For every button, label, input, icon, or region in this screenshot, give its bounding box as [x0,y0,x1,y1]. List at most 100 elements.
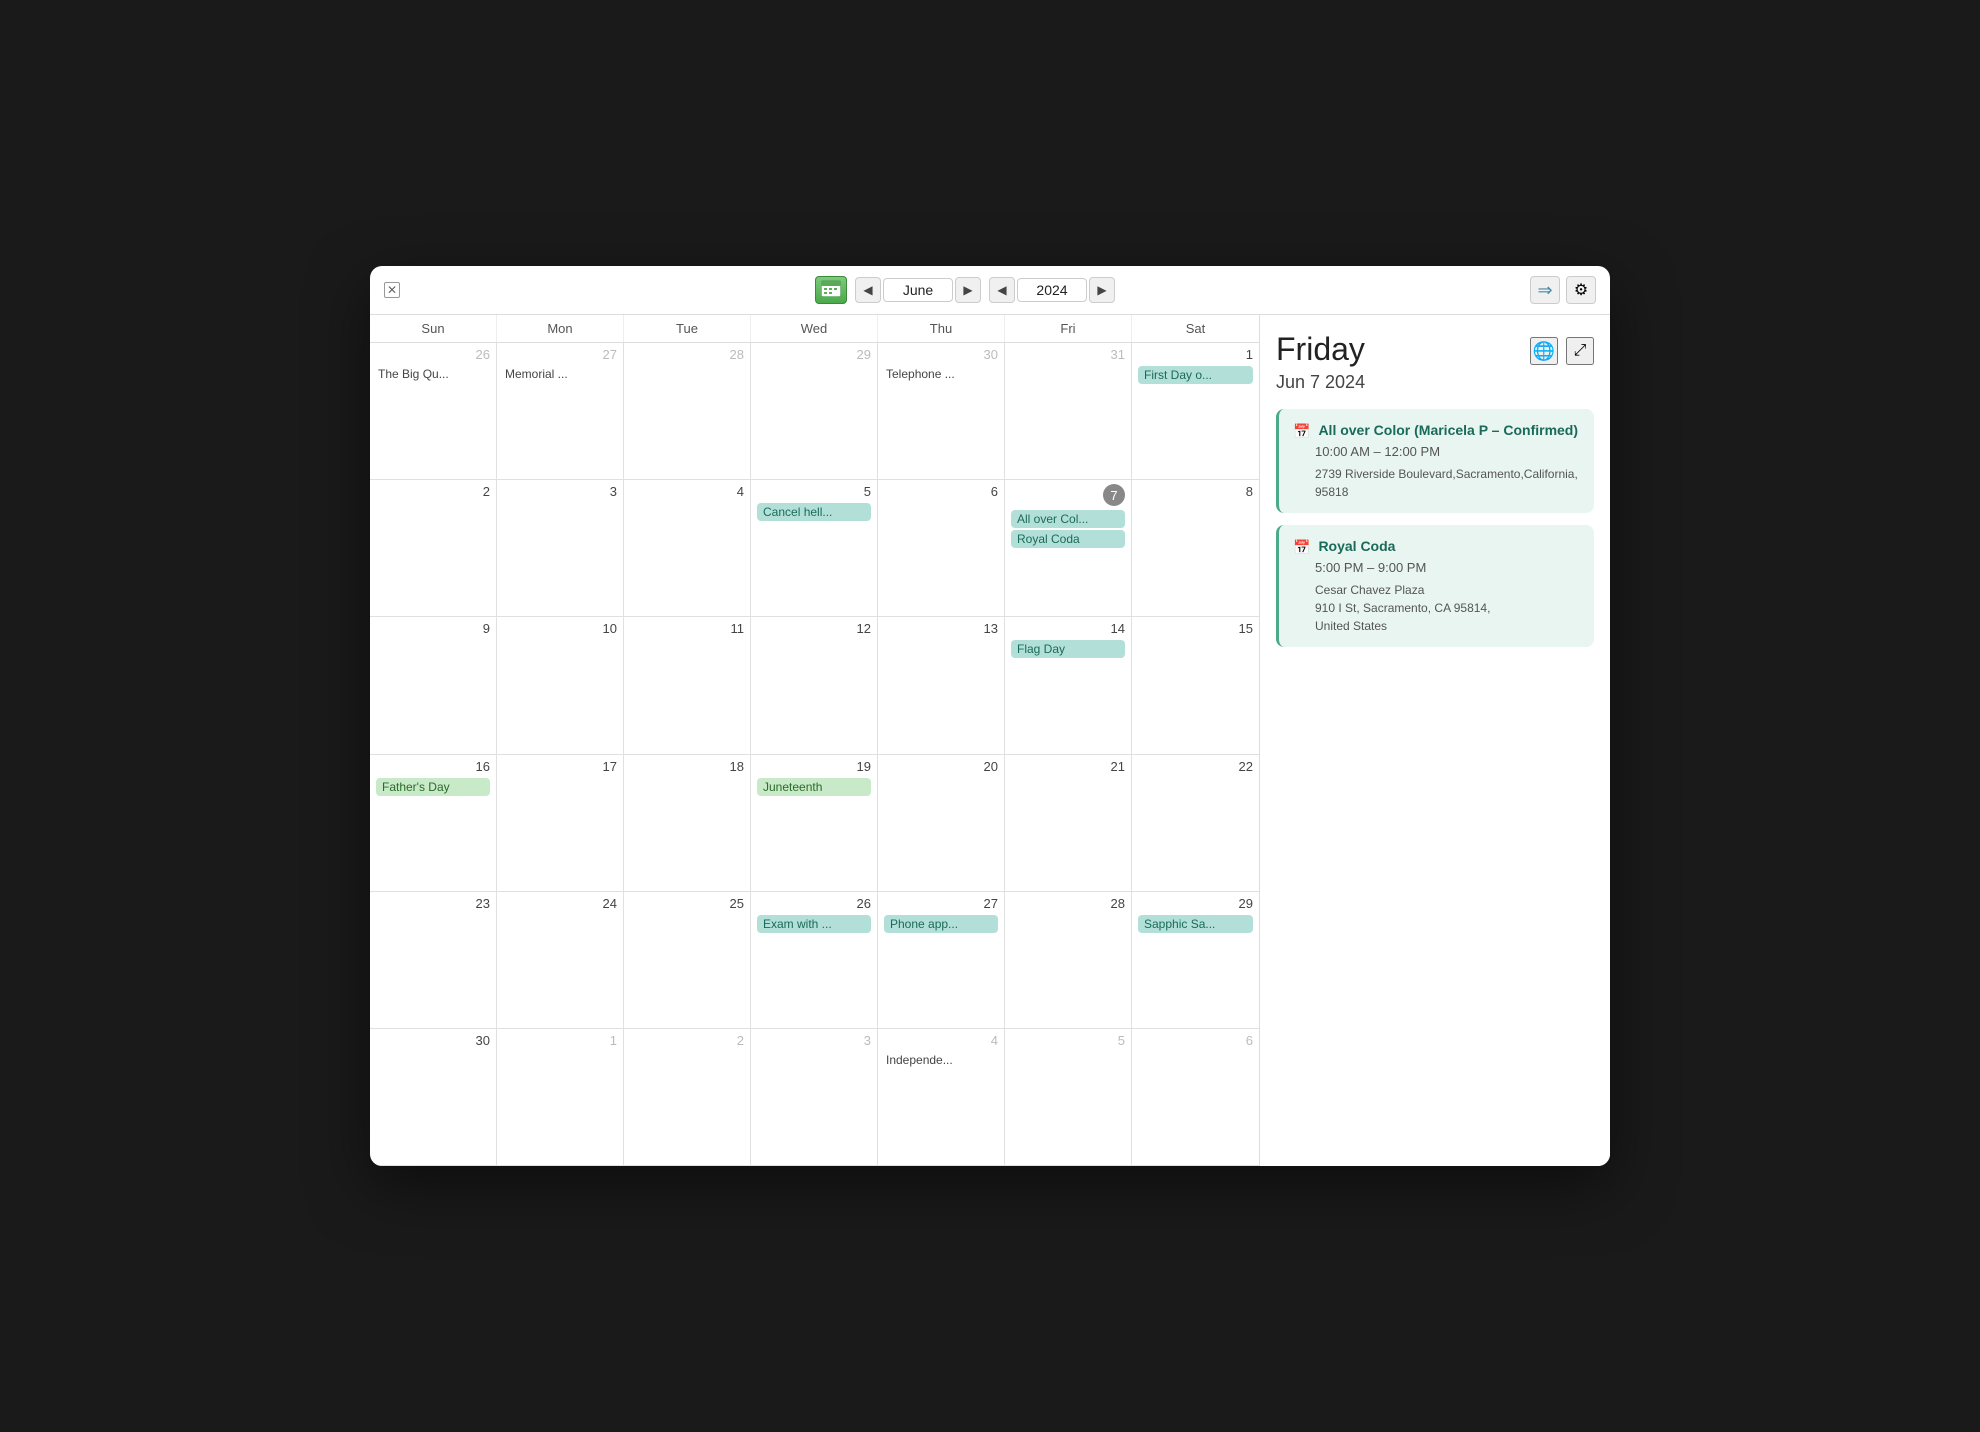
main-content: SunMonTueWedThuFriSat 26The Big Qu...27M… [370,315,1610,1166]
cal-cell[interactable]: 8 [1132,480,1259,617]
cal-cell[interactable]: 16 Father's Day [370,755,497,892]
cal-cell[interactable]: 1 [497,1029,624,1166]
toolbar: ✕ ◀ June ▶ ◀ 2024 ▶ [370,266,1610,315]
settings-button[interactable]: ⚙ [1566,276,1596,304]
day-number: 2 [630,1033,744,1048]
event-chip[interactable]: Flag Day [1011,640,1125,658]
calendar-icon-button[interactable] [815,276,847,304]
cal-cell[interactable]: 25 [624,892,751,1029]
settings-icon: ⚙ [1574,280,1588,300]
prev-year-button[interactable]: ◀ [989,277,1015,303]
day-header-wed: Wed [751,315,878,342]
cal-cell[interactable]: 31 [1005,343,1132,480]
cal-cell[interactable]: 26The Big Qu... [370,343,497,480]
event-card-title: All over Color (Maricela P – Confirmed) [1318,421,1578,439]
expand-button[interactable]: ⤢ [1566,337,1594,365]
cal-cell[interactable]: 1First Day o... [1132,343,1259,480]
day-number: 17 [503,759,617,774]
event-plain[interactable]: The Big Qu... [376,366,490,382]
event-card[interactable]: 📅 Royal Coda 5:00 PM – 9:00 PM Cesar Cha… [1276,525,1594,647]
cal-cell[interactable]: 30 [370,1029,497,1166]
event-chip[interactable]: Royal Coda [1011,530,1125,548]
day-number: 14 [1011,621,1125,636]
side-panel: Friday 🌐 ⤢ Jun 7 2024 📅 All over Color (… [1260,315,1610,1166]
cal-cell[interactable]: 19 Juneteenth [751,755,878,892]
cal-cell[interactable]: 26Exam with ... [751,892,878,1029]
cal-cell[interactable]: 6 [1132,1029,1259,1166]
day-number: 19 [757,759,871,774]
export-button[interactable]: ⇒ [1530,276,1560,304]
globe-button[interactable]: 🌐 [1530,337,1558,365]
cal-cell[interactable]: 18 [624,755,751,892]
cal-cell[interactable]: 11 [624,617,751,754]
cal-cell[interactable]: 28 [624,343,751,480]
event-chip[interactable]: Sapphic Sa... [1138,915,1253,933]
cal-cell[interactable]: 15 [1132,617,1259,754]
day-number: 13 [884,621,998,636]
cal-cell[interactable]: 12 [751,617,878,754]
event-chip[interactable]: All over Col... [1011,510,1125,528]
cal-cell[interactable]: 17 [497,755,624,892]
day-number: 16 [376,759,490,774]
cal-cell[interactable]: 14 Flag Day [1005,617,1132,754]
cal-cell[interactable]: 29 Sapphic Sa... [1132,892,1259,1029]
side-header-icons: 🌐 ⤢ [1530,337,1594,365]
cal-cell[interactable]: 22 [1132,755,1259,892]
side-date-line: Jun 7 2024 [1276,372,1594,393]
cal-cell[interactable]: 5 [1005,1029,1132,1166]
side-day-name: Friday [1276,331,1365,368]
day-number: 5 [757,484,871,499]
day-number: 8 [1138,484,1253,499]
day-number: 5 [1011,1033,1125,1048]
cal-cell[interactable]: 24 [497,892,624,1029]
cal-cell[interactable]: 3 [497,480,624,617]
event-chip[interactable]: Father's Day [376,778,490,796]
day-header-sun: Sun [370,315,497,342]
next-year-button[interactable]: ▶ [1089,277,1115,303]
cal-cell[interactable]: 3 [751,1029,878,1166]
event-plain[interactable]: Telephone ... [884,366,998,382]
event-chip[interactable]: Cancel hell... [757,503,871,521]
event-calendar-icon: 📅 [1293,539,1310,556]
day-number: 21 [1011,759,1125,774]
event-calendar-icon: 📅 [1293,423,1310,440]
event-card-header: 📅 All over Color (Maricela P – Confirmed… [1293,421,1580,440]
cal-cell[interactable]: 27Phone app... [878,892,1005,1029]
event-card-header: 📅 Royal Coda [1293,537,1580,556]
prev-month-button[interactable]: ◀ [855,277,881,303]
event-plain[interactable]: Independe... [884,1052,998,1068]
cal-cell[interactable]: 4 [624,480,751,617]
cal-cell[interactable]: 7All over Col...Royal Coda [1005,480,1132,617]
event-chip[interactable]: First Day o... [1138,366,1253,384]
cal-cell[interactable]: 23 [370,892,497,1029]
next-month-button[interactable]: ▶ [955,277,981,303]
day-number: 29 [1138,896,1253,911]
day-number: 25 [630,896,744,911]
cal-cell[interactable]: 9 [370,617,497,754]
cal-cell[interactable]: 6 [878,480,1005,617]
day-number: 23 [376,896,490,911]
cal-cell[interactable]: 10 [497,617,624,754]
cal-cell[interactable]: 27 Memorial ... [497,343,624,480]
cal-cell[interactable]: 13 [878,617,1005,754]
calendar-icon [821,279,841,302]
cal-cell[interactable]: 20 [878,755,1005,892]
cal-cell[interactable]: 4Independe... [878,1029,1005,1166]
cal-cell[interactable]: 28 [1005,892,1132,1029]
day-number: 28 [1011,896,1125,911]
event-chip[interactable]: Phone app... [884,915,998,933]
event-chip[interactable]: Juneteenth [757,778,871,796]
event-card[interactable]: 📅 All over Color (Maricela P – Confirmed… [1276,409,1594,513]
close-button[interactable]: ✕ [384,282,400,298]
cal-cell[interactable]: 2 [624,1029,751,1166]
year-label: 2024 [1017,278,1087,302]
event-plain[interactable]: Memorial ... [503,366,617,382]
cal-cell[interactable]: 5 Cancel hell... [751,480,878,617]
cal-cell[interactable]: 29 [751,343,878,480]
cal-cell[interactable]: 21 [1005,755,1132,892]
cal-cell[interactable]: 30Telephone ... [878,343,1005,480]
cal-cell[interactable]: 2 [370,480,497,617]
event-chip[interactable]: Exam with ... [757,915,871,933]
day-number: 20 [884,759,998,774]
day-number: 27 [503,347,617,362]
